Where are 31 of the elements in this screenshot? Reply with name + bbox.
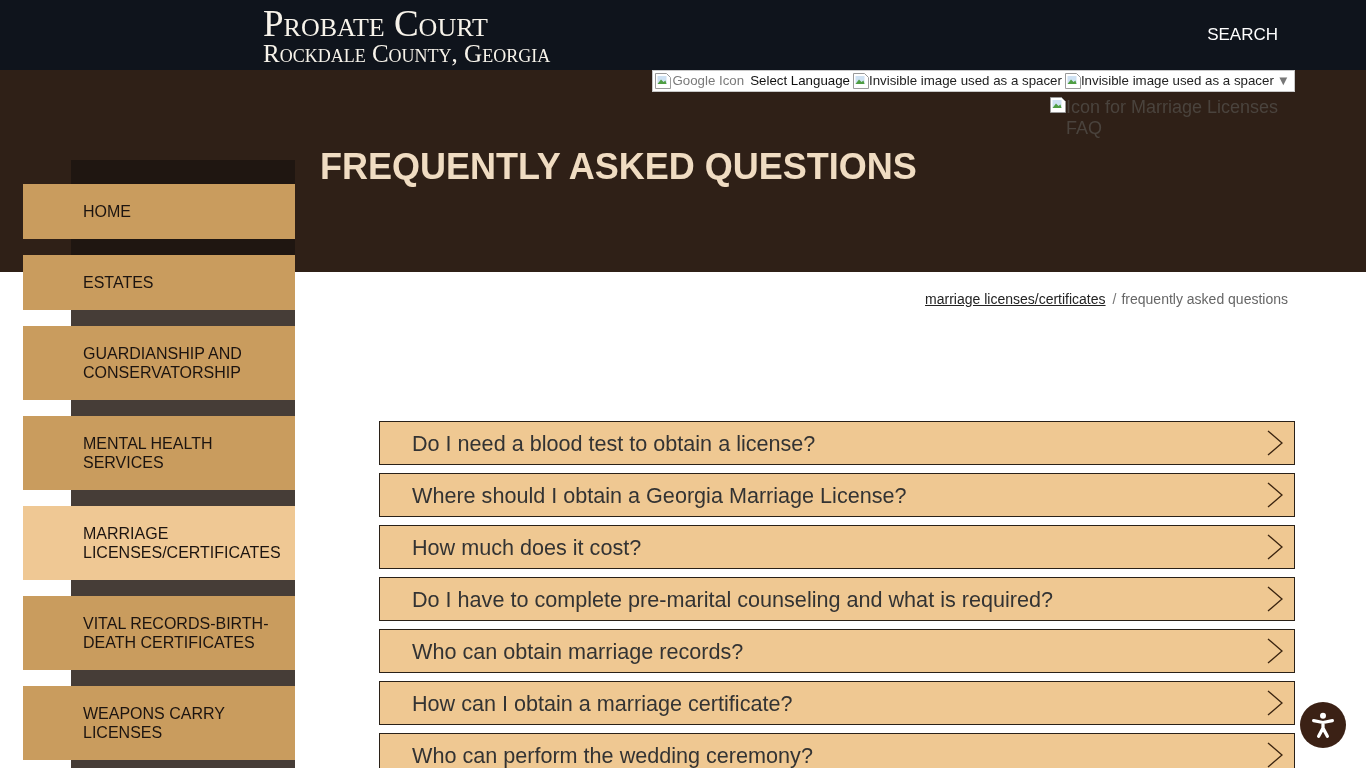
sidebar-item[interactable]: GUARDIANSHIP AND CONSERVATORSHIP: [23, 326, 295, 400]
dropdown-caret: ▼: [1276, 73, 1290, 89]
faq-item[interactable]: How much does it cost?: [379, 525, 1295, 569]
sidebar-item[interactable]: WEAPONS CARRY LICENSES: [23, 686, 295, 760]
site-title: Probate Court: [263, 6, 489, 42]
sidebar-item[interactable]: VITAL RECORDS-BIRTH-DEATH CERTIFICATES: [23, 596, 295, 670]
faq-item[interactable]: Who can perform the wedding ceremony?: [379, 733, 1295, 768]
site-subtitle: Rockdale County, Georgia: [263, 42, 551, 66]
faq-item[interactable]: Do I need a blood test to obtain a license?: [379, 421, 1295, 465]
sidebar-item[interactable]: ESTATES: [23, 255, 295, 310]
broken-image-icon: [655, 73, 672, 89]
broken-image-icon: [1064, 73, 1081, 89]
sidebar-item[interactable]: HOME: [23, 184, 295, 239]
sidebar-item[interactable]: MENTAL HEALTH SERVICES: [23, 416, 295, 490]
faq-item[interactable]: Where should I obtain a Georgia Marriage License?: [379, 473, 1295, 517]
faq-item[interactable]: How can I obtain a marriage certificate?: [379, 681, 1295, 725]
search-link[interactable]: SEARCH: [1207, 22, 1278, 48]
broken-image-icon: [1050, 97, 1066, 113]
broken-image-icon: [853, 73, 869, 89]
image-alt-text: Invisible image used as a spacer: [1080, 73, 1274, 89]
image-alt-text: Google Icon: [672, 73, 745, 89]
faq-item[interactable]: Do I have to complete pre-marital counseling and what is required?: [379, 577, 1295, 621]
breadcrumb-separator: /: [1112, 290, 1117, 308]
faq-item[interactable]: Who can obtain marriage records?: [379, 629, 1295, 673]
sidebar-item[interactable]: MARRIAGE LICENSES/CERTIFICATES: [23, 506, 295, 580]
language-select[interactable]: Google Icon Select Language Invisible image used as a spacer Invisible image used as a spacer ▼: [652, 70, 1295, 92]
page-title: FREQUENTLY ASKED QUESTIONS: [320, 147, 917, 187]
breadcrumb-current: frequently asked questions: [1121, 290, 1288, 308]
breadcrumb-link[interactable]: marriage licenses/certificates: [925, 290, 1106, 308]
select-language-label: Select Language: [750, 73, 850, 89]
image-alt-text: Invisible image used as a spacer: [869, 73, 1062, 89]
